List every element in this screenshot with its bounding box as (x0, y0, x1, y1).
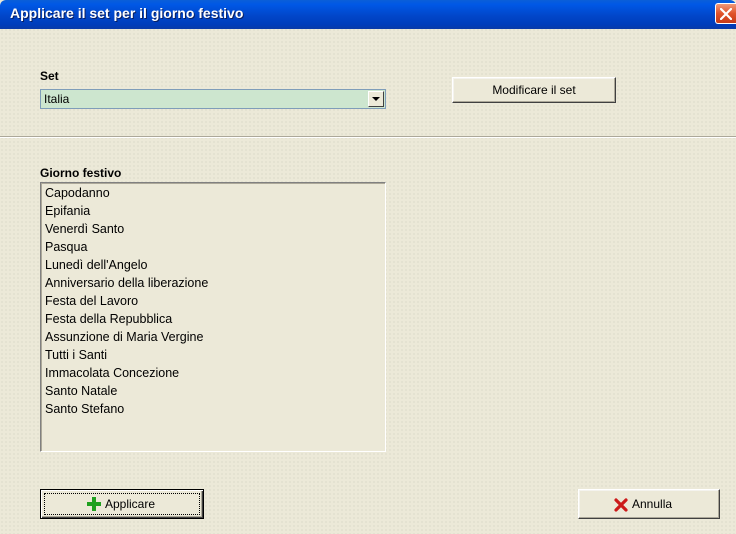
cancel-button-label: Annulla (632, 497, 673, 511)
x-icon (614, 498, 628, 512)
set-dropdown[interactable]: Italia (40, 89, 386, 109)
apply-button-label: Applicare (105, 497, 156, 511)
list-item[interactable]: Pasqua (41, 238, 385, 256)
apply-button[interactable]: Applicare (40, 489, 204, 519)
list-item[interactable]: Anniversario della liberazione (41, 274, 385, 292)
list-item[interactable]: Capodanno (41, 184, 385, 202)
list-item[interactable]: Santo Natale (41, 382, 385, 400)
edit-set-button[interactable]: Modificare il set (452, 77, 616, 103)
window-title: Applicare il set per il giorno festivo (10, 5, 244, 21)
list-item[interactable]: Immacolata Concezione (41, 364, 385, 382)
list-item[interactable]: Tutti i Santi (41, 346, 385, 364)
list-item[interactable]: Festa della Repubblica (41, 310, 385, 328)
dropdown-arrow-button[interactable] (368, 91, 384, 107)
edit-set-button-label: Modificare il set (492, 83, 576, 97)
holiday-list[interactable]: Capodanno Epifania Venerdì Santo Pasqua Lune… (40, 182, 386, 452)
plus-icon (87, 497, 101, 511)
holiday-label: Giorno festivo (40, 166, 122, 180)
set-label: Set (40, 69, 59, 83)
list-item[interactable]: Assunzione di Maria Vergine (41, 328, 385, 346)
close-button[interactable] (715, 3, 736, 24)
dialog-window: Applicare il set per il giorno festivo S… (0, 0, 736, 534)
section-divider (0, 136, 736, 138)
list-item[interactable]: Festa del Lavoro (41, 292, 385, 310)
title-bar[interactable]: Applicare il set per il giorno festivo (0, 0, 736, 29)
close-icon (720, 8, 732, 20)
cancel-button[interactable]: Annulla (578, 489, 720, 519)
list-item[interactable]: Venerdì Santo (41, 220, 385, 238)
list-item[interactable]: Lunedì dell'Angelo (41, 256, 385, 274)
list-item[interactable]: Epifania (41, 202, 385, 220)
list-item[interactable]: Santo Stefano (41, 400, 385, 418)
set-dropdown-value: Italia (44, 92, 70, 106)
chevron-down-icon (372, 97, 380, 101)
